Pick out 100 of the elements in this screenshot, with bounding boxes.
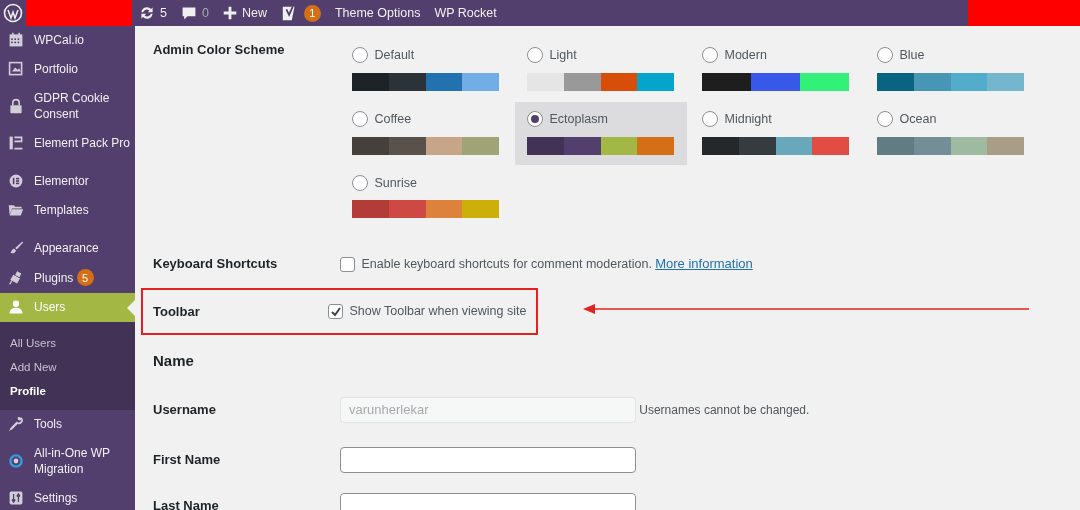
field-label: Toolbar bbox=[153, 302, 201, 321]
color-swatch bbox=[462, 200, 499, 219]
sidebar-item[interactable]: Settings bbox=[0, 484, 135, 510]
calendar-icon bbox=[8, 32, 24, 48]
color-swatch bbox=[812, 136, 849, 155]
speech-bubble-icon bbox=[180, 5, 197, 21]
color-swatch bbox=[775, 136, 813, 155]
checkbox[interactable] bbox=[328, 304, 343, 319]
color-swatch bbox=[637, 72, 674, 91]
color-swatch bbox=[877, 72, 914, 91]
color-swatch bbox=[388, 200, 426, 219]
color-swatch bbox=[987, 72, 1024, 91]
color-swatch bbox=[527, 136, 564, 155]
user-icon bbox=[8, 299, 24, 315]
color-swatch bbox=[527, 72, 564, 91]
sidebar-item[interactable]: Templates bbox=[0, 196, 135, 225]
submenu-item[interactable]: Add New bbox=[0, 355, 135, 379]
field-label: Keyboard Shortcuts bbox=[153, 255, 279, 274]
radio-button[interactable] bbox=[352, 47, 368, 64]
wordpress-logo-icon bbox=[3, 3, 23, 23]
sidebar-item[interactable]: Appearance bbox=[0, 234, 135, 263]
color-swatch bbox=[950, 136, 988, 155]
option-label: Coffee bbox=[374, 110, 412, 128]
radio-button[interactable] bbox=[702, 111, 718, 128]
radio-button[interactable] bbox=[877, 47, 893, 64]
color-swatch bbox=[751, 72, 800, 91]
section-heading: Name bbox=[153, 351, 195, 372]
menu-link[interactable]: Theme Options bbox=[327, 0, 428, 26]
new-item[interactable]: New bbox=[215, 0, 274, 26]
radio-button[interactable] bbox=[877, 111, 893, 128]
option-label: Default bbox=[374, 47, 415, 64]
color-scheme-option[interactable]: Light bbox=[515, 38, 687, 101]
color-swatch bbox=[425, 200, 463, 219]
color-swatch bbox=[425, 136, 463, 155]
updates-item[interactable]: 5 bbox=[132, 0, 174, 26]
color-scheme-option[interactable]: Ectoplasm bbox=[515, 101, 687, 165]
elementor-logo-icon bbox=[8, 173, 24, 189]
color-swatch bbox=[800, 72, 849, 91]
radio-button[interactable] bbox=[702, 47, 718, 64]
color-swatch bbox=[600, 72, 638, 91]
color-scheme-option[interactable]: Coffee bbox=[340, 101, 512, 165]
more-information-link[interactable]: More information bbox=[655, 254, 753, 274]
checkbox-label: Show Toolbar when viewing site bbox=[349, 303, 527, 321]
option-label: Light bbox=[549, 47, 577, 64]
field-label: Last Name bbox=[153, 497, 220, 510]
color-swatch bbox=[352, 72, 389, 91]
refresh-icon bbox=[139, 5, 155, 21]
color-swatch bbox=[388, 72, 426, 91]
checkbox[interactable] bbox=[340, 256, 355, 272]
picture-frame-icon bbox=[8, 61, 24, 77]
submenu-item[interactable]: All Users bbox=[0, 331, 135, 355]
color-scheme-option[interactable]: Midnight bbox=[690, 101, 862, 165]
option-label: Midnight bbox=[724, 110, 772, 128]
field-label: Username bbox=[153, 401, 217, 419]
sidebar-item[interactable]: Elementor bbox=[0, 167, 135, 196]
color-swatch bbox=[352, 136, 389, 155]
color-swatch bbox=[987, 136, 1024, 155]
pack-logo-icon bbox=[8, 135, 24, 151]
option-label: Ocean bbox=[899, 110, 937, 128]
option-label: Sunrise bbox=[374, 174, 417, 192]
color-swatch bbox=[600, 136, 638, 155]
sidebar-item[interactable]: WPCal.io bbox=[0, 26, 135, 55]
sidebar-item[interactable]: All-in-One WP Migration bbox=[0, 439, 135, 484]
radio-button[interactable] bbox=[527, 47, 543, 64]
color-swatch bbox=[637, 136, 674, 155]
color-swatch bbox=[563, 72, 601, 91]
color-swatch bbox=[877, 136, 914, 155]
color-scheme-option[interactable]: Ocean bbox=[865, 101, 1037, 165]
radio-button[interactable] bbox=[352, 111, 368, 128]
comments-item[interactable]: 0 bbox=[173, 0, 216, 26]
submenu-item[interactable]: Profile bbox=[0, 379, 135, 403]
color-swatch bbox=[950, 72, 988, 91]
checkbox-label: Enable keyboard shortcuts for comment moderation. bbox=[361, 255, 652, 273]
radio-button[interactable] bbox=[352, 174, 368, 191]
color-scheme-option[interactable]: Sunrise bbox=[340, 165, 512, 229]
count-badge: 1 bbox=[303, 4, 321, 22]
sidebar-item[interactable]: Plugins 5 bbox=[0, 263, 135, 293]
paintbrush-icon bbox=[8, 240, 24, 256]
color-swatch bbox=[702, 72, 751, 91]
color-swatch bbox=[913, 72, 951, 91]
lock-icon bbox=[8, 98, 24, 114]
option-label: Blue bbox=[899, 47, 925, 64]
color-scheme-option[interactable]: Default bbox=[340, 38, 512, 101]
color-scheme-option[interactable]: Blue bbox=[865, 38, 1037, 101]
sidebar-item[interactable]: Element Pack Pro bbox=[0, 129, 135, 158]
color-swatch bbox=[425, 72, 463, 91]
sidebar-item[interactable]: GDPR Cookie Consent bbox=[0, 84, 135, 129]
text-field[interactable] bbox=[340, 446, 636, 473]
sidebar-item[interactable]: Portfolio bbox=[0, 55, 135, 84]
radio-button[interactable] bbox=[527, 111, 543, 128]
plus-icon bbox=[222, 6, 237, 20]
menu-link[interactable]: WP Rocket bbox=[427, 0, 504, 26]
color-swatch bbox=[388, 136, 426, 155]
count-badge: 5 bbox=[76, 269, 94, 286]
color-swatch bbox=[462, 72, 499, 91]
color-scheme-option[interactable]: Modern bbox=[690, 38, 862, 101]
sidebar-item[interactable]: Tools bbox=[0, 410, 135, 439]
color-swatch bbox=[352, 200, 389, 219]
color-swatch bbox=[738, 136, 776, 155]
plug-icon bbox=[8, 269, 24, 286]
